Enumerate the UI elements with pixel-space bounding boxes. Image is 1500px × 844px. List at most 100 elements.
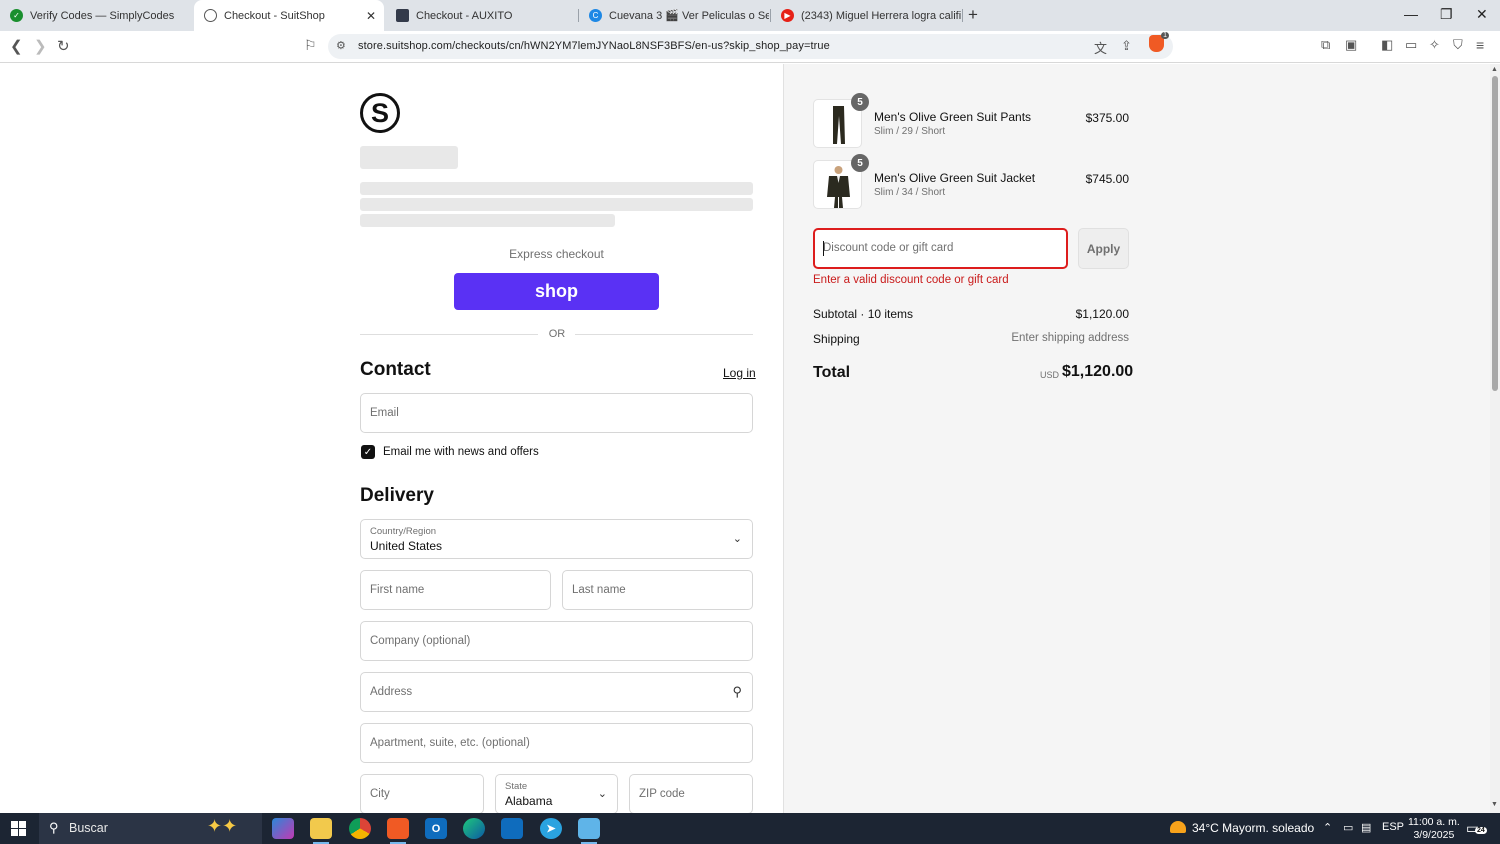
window-close-icon[interactable]: ✕ [1476,6,1488,23]
notifications-icon[interactable]: ▭ 24 [1466,820,1487,837]
tab-title: Verify Codes — SimplyCodes [30,9,175,22]
network-icon[interactable]: ▤ [1361,821,1371,834]
tab-title: Checkout - SuitShop [224,9,325,22]
loading-skeleton [360,182,753,195]
scrollbar-thumb[interactable] [1492,76,1498,391]
quantity-badge: 5 [851,154,869,172]
new-tab-icon[interactable]: + [968,5,978,25]
address-placeholder: Address [370,686,413,698]
first-name-field[interactable]: First name [360,570,551,610]
scroll-up-icon[interactable]: ▲ [1491,66,1498,73]
brave-icon[interactable] [387,818,409,844]
email-placeholder: Email [370,407,399,419]
last-name-field[interactable]: Last name [562,570,753,610]
telegram-icon[interactable]: ➤ [540,818,562,839]
cuevana-icon: C [589,9,602,22]
extensions-icon[interactable]: ⧉ [1321,37,1330,53]
brave-shields-icon[interactable]: 1 [1149,32,1169,52]
suitshop-logo: S [360,93,400,133]
shipping-label: Shipping [813,332,860,346]
close-icon[interactable]: ✕ [366,9,376,23]
country-select[interactable]: Country/Region United States ⌄ [360,519,753,559]
share-icon[interactable]: ⇪ [1121,38,1132,54]
copilot-icon[interactable] [272,818,294,839]
discount-error-message: Enter a valid discount code or gift card [813,274,1009,286]
apply-discount-button[interactable]: Apply [1078,228,1129,269]
tab-simplycodes[interactable]: ✓ Verify Codes — SimplyCodes [0,0,193,31]
email-field[interactable]: Email [360,393,753,433]
total-currency: USD [1040,370,1060,380]
edge-icon[interactable] [463,818,485,839]
page-scrollbar[interactable]: ▲ ▼ [1490,64,1500,813]
weather-widget[interactable]: 34°C Mayorm. soleado [1170,821,1314,835]
shop-pay-button[interactable]: shop [454,273,659,310]
apartment-field[interactable]: Apartment, suite, etc. (optional) [360,723,753,763]
chrome-icon[interactable] [349,818,371,839]
system-clock[interactable]: 11:00 a. m. 3/9/2025 [1408,816,1460,842]
item-price: $745.00 [1085,172,1129,186]
express-checkout-label: Express checkout [509,247,604,261]
tray-chevron-icon[interactable]: ⌃ [1323,821,1332,834]
item-variant: Slim / 29 / Short [874,126,946,137]
auxito-icon [396,9,409,22]
taskbar-search[interactable]: ⚲ Buscar ✦✦ [39,813,262,844]
wallet-icon[interactable]: ▭ [1405,37,1417,53]
forward-icon[interactable]: ❯ [34,37,47,55]
city-field[interactable]: City [360,774,484,814]
vpn-icon[interactable]: ⛉ [1453,37,1463,53]
app-icon[interactable] [578,818,600,844]
tab-separator [962,9,963,22]
screenshot-icon[interactable]: ▣ [1345,37,1357,53]
newsletter-checkbox[interactable]: ✓ [361,445,375,459]
store-icon[interactable] [501,818,523,839]
restore-icon[interactable]: ❐ [1440,6,1453,23]
chevron-down-icon: ⌄ [732,533,742,545]
meet-icon[interactable]: ▭ [1343,821,1353,834]
language-indicator[interactable]: ESP [1382,821,1404,833]
outlook-icon[interactable]: O [425,818,447,839]
tab-youtube[interactable]: ▶ (2343) Miguel Herrera logra calificaci [771,0,961,31]
address-field[interactable]: Address ⚲ [360,672,753,712]
menu-icon[interactable]: ≡ [1476,37,1484,53]
country-label: Country/Region [370,526,437,537]
company-field[interactable]: Company (optional) [360,621,753,661]
item-name: Men's Olive Green Suit Jacket [874,171,1036,185]
item-variant: Slim / 34 / Short [874,187,946,198]
company-placeholder: Company (optional) [370,635,471,647]
tab-title: (2343) Miguel Herrera logra calificaci [801,9,961,22]
browser-tab-bar: ✓ Verify Codes — SimplyCodes Checkout - … [0,0,1500,31]
leo-ai-icon[interactable]: ✧ [1429,37,1440,53]
back-icon[interactable]: ❮ [10,37,23,55]
tab-cuevana[interactable]: C Cuevana 3 🎬 Ver Peliculas o Series O [579,0,769,31]
quantity-badge: 5 [851,93,869,111]
scroll-down-icon[interactable]: ▼ [1491,801,1498,808]
address-bar[interactable]: ⚙ store.suitshop.com/checkouts/cn/hWN2YM… [328,34,1173,59]
clock-date: 3/9/2025 [1413,829,1455,841]
notification-count: 24 [1475,827,1487,834]
subtotal-value: $1,120.00 [1075,307,1129,321]
login-link[interactable]: Log in [723,366,756,380]
discount-code-input[interactable]: Discount code or gift card [813,228,1068,269]
reload-icon[interactable]: ↻ [57,37,70,55]
total-value: $1,120.00 [1062,363,1134,380]
tab-auxito-checkout[interactable]: Checkout - AUXITO [386,0,576,31]
sidebar-icon[interactable]: ◧ [1381,37,1393,53]
site-settings-icon[interactable]: ⚙ [336,39,346,52]
or-divider-label: OR [548,328,566,340]
tab-suitshop-checkout[interactable]: Checkout - SuitShop ✕ [194,0,384,31]
loading-skeleton [360,198,753,211]
bookmark-icon[interactable]: ⚐ [304,37,317,54]
file-explorer-icon[interactable] [310,818,332,844]
translate-icon[interactable]: 文 [1094,38,1107,57]
search-icon: ⚲ [732,684,742,699]
newsletter-label[interactable]: Email me with news and offers [383,446,539,458]
zip-placeholder: ZIP code [639,788,685,800]
state-select[interactable]: State Alabama ⌄ [495,774,618,814]
windows-start-icon[interactable] [11,821,26,836]
minimize-icon[interactable]: — [1404,6,1418,22]
state-value: Alabama [505,794,553,808]
clock-time: 11:00 a. m. [1408,816,1460,828]
url-text[interactable]: store.suitshop.com/checkouts/cn/hWN2YM7l… [358,40,830,52]
country-value: United States [370,539,443,553]
zip-field[interactable]: ZIP code [629,774,753,814]
